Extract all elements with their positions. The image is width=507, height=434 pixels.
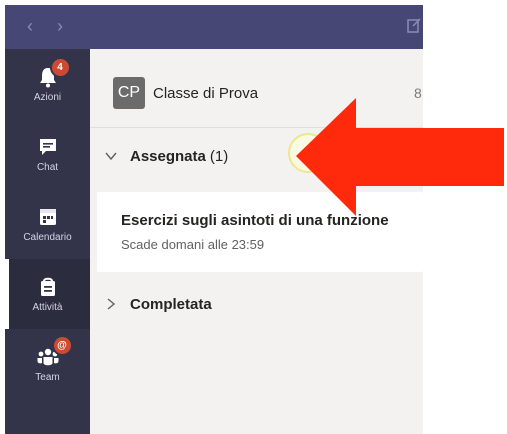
section-count: (1) [209, 147, 229, 165]
forward-icon[interactable]: › [57, 15, 63, 37]
back-icon[interactable]: ‹ [27, 15, 33, 37]
team-name: Classe di Prova [153, 85, 259, 102]
team-avatar: CP [113, 77, 145, 109]
chat-icon [39, 139, 56, 155]
compose-icon[interactable] [407, 17, 421, 33]
assignments-icon [40, 277, 55, 296]
chevron-right-icon [107, 298, 116, 310]
rail-item-azioni[interactable]: 4 Azioni [5, 49, 90, 119]
chevron-down-icon [105, 152, 117, 161]
app-rail: 4 Azioni Chat Calendario Attività @ Team [5, 49, 90, 434]
section-completed[interactable]: Completata [90, 287, 423, 321]
notification-badge: 4 [49, 57, 71, 78]
mention-badge: @ [51, 335, 73, 356]
title-bar: ‹ › [5, 5, 423, 49]
rail-label: Azioni [33, 92, 62, 103]
rail-label: Team [35, 372, 60, 383]
assignment-due-date: Scade domani alle 23:59 [121, 237, 265, 252]
section-title: Completata [130, 295, 212, 313]
rail-label: Attività [32, 302, 63, 313]
rail-label: Chat [36, 162, 59, 173]
calendar-icon [39, 209, 56, 225]
rail-item-attivita[interactable]: Attività [5, 259, 90, 329]
rail-label: Calendario [23, 232, 72, 243]
rail-item-chat[interactable]: Chat [5, 119, 90, 189]
rail-item-team[interactable]: @ Team [5, 329, 90, 399]
rail-item-calendario[interactable]: Calendario [5, 189, 90, 259]
pointer-arrow-icon [296, 98, 504, 216]
section-title: Assegnata [130, 147, 206, 165]
